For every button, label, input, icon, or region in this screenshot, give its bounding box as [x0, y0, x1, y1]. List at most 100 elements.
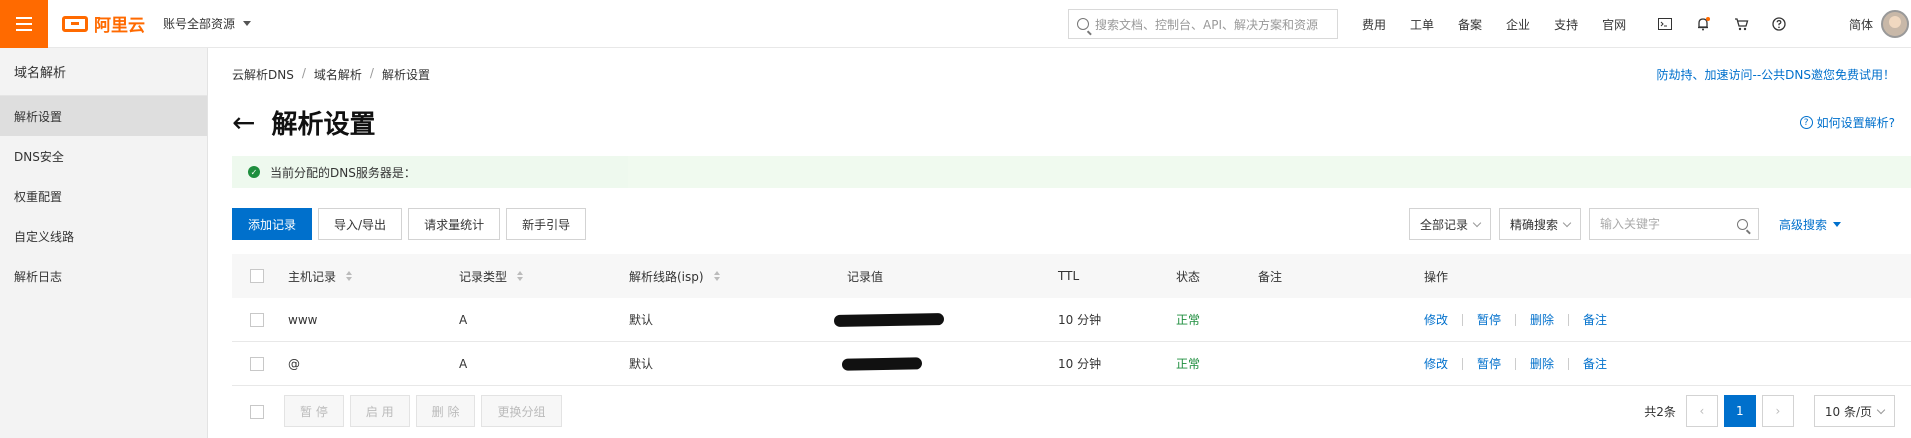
row-checkbox[interactable] — [250, 312, 264, 327]
sidebar-item-dns-settings[interactable]: 解析设置 — [0, 96, 207, 136]
next-page-button[interactable]: › — [1761, 395, 1794, 427]
user-avatar[interactable] — [1881, 10, 1909, 38]
import-export-button[interactable]: 导入/导出 — [318, 208, 403, 240]
bell-icon[interactable] — [1695, 16, 1711, 32]
cell-type: A — [459, 312, 468, 327]
how-to-configure-link[interactable]: ? 如何设置解析? — [1799, 114, 1895, 131]
cell-value-redacted — [841, 356, 923, 371]
back-arrow-icon[interactable]: ← — [232, 108, 255, 137]
batch-delete-button[interactable]: 删 除 — [415, 395, 476, 427]
help-icon[interactable] — [1771, 16, 1787, 32]
aliyun-logo-icon — [62, 15, 88, 32]
dns-server-banner: ✓ 当前分配的DNS服务器是： — [232, 156, 1911, 188]
filter-bar: 全部记录 精确搜索 高级搜索 — [1409, 208, 1842, 240]
table-header: 主机记录 记录类型 解析线路(isp) 记录值 TTL 状态 备注 操作 — [232, 254, 1911, 298]
brand-name: 阿里云 — [94, 16, 145, 36]
select-all-checkbox[interactable] — [250, 269, 264, 283]
advanced-search-toggle[interactable]: 高级搜索 — [1779, 216, 1842, 233]
nav-official-site[interactable]: 官网 — [1602, 16, 1626, 33]
sidebar-item-dns-security[interactable]: DNS安全 — [0, 136, 207, 176]
footer-select-all-checkbox[interactable] — [250, 405, 264, 419]
how-to-configure-label: 如何设置解析? — [1816, 116, 1895, 130]
beginner-guide-button[interactable]: 新手引导 — [506, 208, 587, 240]
keyword-input[interactable] — [1600, 217, 1731, 231]
column-host[interactable]: 主机记录 — [288, 268, 353, 285]
caret-down-icon — [1833, 221, 1842, 227]
breadcrumb-separator: / — [301, 66, 306, 80]
row-checkbox[interactable] — [250, 356, 264, 371]
public-dns-promo-link[interactable]: 防劫持、加速访问--公共DNS邀您免费试用！ — [1657, 66, 1896, 83]
cell-value-redacted — [833, 312, 945, 327]
column-remark: 备注 — [1258, 269, 1283, 284]
cart-icon[interactable] — [1733, 16, 1749, 32]
table-row: @ A 默认 10 分钟 正常 修改 暂停 删除 备注 — [232, 342, 1911, 386]
sidebar-item-dns-logs[interactable]: 解析日志 — [0, 256, 207, 296]
breadcrumb-item-current: 解析设置 — [381, 68, 430, 82]
nav-enterprise[interactable]: 企业 — [1506, 16, 1530, 33]
record-scope-select[interactable]: 全部记录 — [1409, 208, 1492, 240]
breadcrumb-item-domain-dns[interactable]: 域名解析 — [314, 66, 362, 83]
nav-icp[interactable]: 备案 — [1458, 16, 1482, 33]
keyword-search-box — [1589, 208, 1760, 240]
prev-page-button[interactable]: ‹ — [1685, 395, 1718, 427]
batch-enable-button[interactable]: 启 用 — [349, 395, 410, 427]
nav-support[interactable]: 支持 — [1554, 16, 1578, 33]
page-header: ← 解析设置 — [232, 104, 375, 141]
nav-tickets[interactable]: 工单 — [1410, 16, 1434, 33]
record-scope-value: 全部记录 — [1420, 217, 1469, 232]
page-size-select[interactable]: 10 条/页 — [1813, 395, 1895, 427]
search-icon[interactable] — [1737, 218, 1749, 230]
sort-icon — [517, 271, 524, 281]
delete-link[interactable]: 删除 — [1530, 311, 1554, 328]
change-group-button[interactable]: 更换分组 — [481, 395, 562, 427]
request-stats-button[interactable]: 请求量统计 — [408, 208, 501, 240]
pagination: 共2条 ‹ 1 › 10 条/页 — [1644, 395, 1895, 427]
row-operations: 修改 暂停 删除 备注 — [1424, 311, 1607, 328]
aliyun-logo[interactable]: 阿里云 — [62, 11, 145, 36]
column-operations: 操作 — [1424, 269, 1449, 284]
chevron-down-icon — [1562, 218, 1572, 227]
page-number-button[interactable]: 1 — [1723, 395, 1756, 427]
row-operations: 修改 暂停 删除 备注 — [1424, 355, 1607, 372]
record-toolbar: 添加记录 导入/导出 请求量统计 新手引导 — [232, 208, 587, 240]
sort-icon — [346, 271, 353, 281]
batch-actions: 暂 停 启 用 删 除 更换分组 — [284, 395, 562, 427]
table-footer: 暂 停 启 用 删 除 更换分组 共2条 ‹ 1 › 10 条/页 — [232, 395, 1911, 429]
breadcrumb-item-cloud-dns[interactable]: 云解析DNS — [232, 66, 294, 83]
batch-pause-button[interactable]: 暂 停 — [284, 395, 344, 427]
sidebar-item-weight-config[interactable]: 权重配置 — [0, 176, 207, 216]
column-line[interactable]: 解析线路(isp) — [629, 268, 720, 285]
chevron-down-icon — [1876, 405, 1886, 414]
edit-link[interactable]: 修改 — [1424, 311, 1448, 328]
cell-type: A — [459, 356, 468, 371]
column-type[interactable]: 记录类型 — [459, 268, 524, 285]
global-search-input[interactable]: 搜索文档、控制台、API、解决方案和资源 — [1068, 9, 1338, 39]
cell-host: www — [288, 312, 318, 327]
table-row: www A 默认 10 分钟 正常 修改 暂停 删除 备注 — [232, 298, 1911, 342]
cell-line: 默认 — [629, 357, 654, 371]
sidebar-item-custom-line[interactable]: 自定义线路 — [0, 216, 207, 256]
search-mode-select[interactable]: 精确搜索 — [1499, 208, 1582, 240]
dns-server-banner-fill — [628, 156, 1911, 188]
pause-link[interactable]: 暂停 — [1477, 311, 1501, 328]
edit-link[interactable]: 修改 — [1424, 355, 1448, 372]
chevron-down-icon — [1472, 218, 1482, 227]
row-checkbox-cell — [250, 356, 264, 371]
nav-billing[interactable]: 费用 — [1362, 16, 1386, 33]
page-size-value: 10 条/页 — [1824, 404, 1872, 419]
remark-link[interactable]: 备注 — [1583, 311, 1607, 328]
language-switch[interactable]: 简体 — [1849, 16, 1873, 33]
add-record-button[interactable]: 添加记录 — [232, 208, 313, 240]
account-resource-dropdown[interactable]: 账号全部资源 — [163, 15, 252, 32]
hamburger-menu-button[interactable] — [0, 0, 48, 48]
remark-link[interactable]: 备注 — [1583, 355, 1607, 372]
delete-link[interactable]: 删除 — [1530, 355, 1554, 372]
terminal-icon[interactable] — [1657, 16, 1673, 32]
dns-server-label: 当前分配的DNS服务器是： — [270, 165, 416, 180]
advanced-search-label: 高级搜索 — [1779, 217, 1828, 232]
column-line-label: 解析线路(isp) — [629, 269, 704, 284]
cell-line: 默认 — [629, 313, 654, 327]
top-bar: 阿里云 账号全部资源 搜索文档、控制台、API、解决方案和资源 费用 工单 备案… — [0, 0, 1911, 48]
footer-checkbox-cell — [250, 405, 264, 419]
pause-link[interactable]: 暂停 — [1477, 355, 1501, 372]
